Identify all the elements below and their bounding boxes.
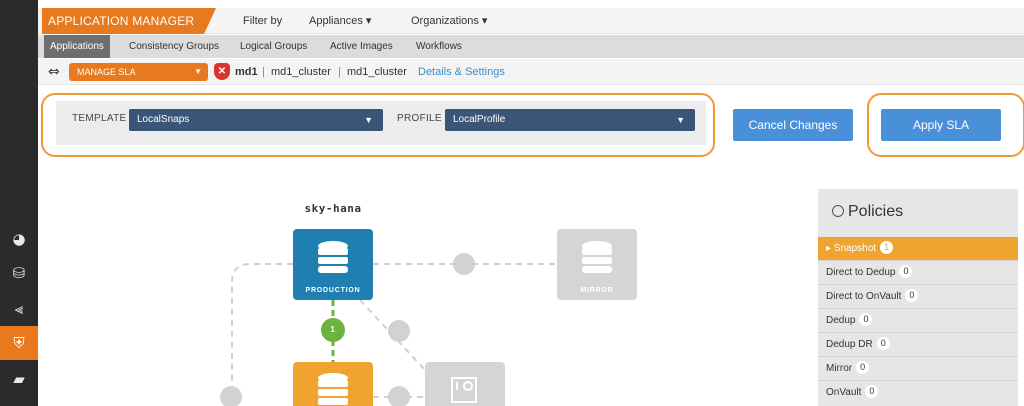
template-label: TEMPLATE bbox=[72, 113, 127, 124]
policies-panel: Policies ▸ Snapshot 1 Direct to Dedup 0 Di… bbox=[818, 189, 1018, 406]
chevron-down-icon: ▼ bbox=[676, 115, 685, 125]
separator: | bbox=[338, 66, 341, 78]
policy-item-onvault[interactable]: OnVault 0 bbox=[818, 380, 1018, 403]
policy-count: 1 bbox=[880, 241, 894, 254]
tab-consistency-groups[interactable]: Consistency Groups bbox=[129, 35, 219, 58]
organizations-dropdown[interactable]: Organizations ▾ bbox=[411, 8, 487, 34]
app-title[interactable]: APPLICATION MANAGER bbox=[42, 8, 216, 34]
tab-active-images[interactable]: Active Images bbox=[330, 35, 393, 58]
database-icon bbox=[582, 241, 612, 273]
policy-item-dedup[interactable]: Dedup 0 bbox=[818, 308, 1018, 331]
host-name: sky-hana bbox=[304, 202, 362, 215]
profile-dropdown[interactable]: LocalProfile ▼ bbox=[445, 109, 695, 131]
policy-label: Mirror bbox=[826, 363, 853, 374]
back-arrow-icon[interactable]: ⇔ bbox=[48, 64, 60, 80]
book-icon[interactable]: ▰ bbox=[0, 362, 38, 396]
tab-workflows[interactable]: Workflows bbox=[416, 35, 462, 58]
policy-label: Snapshot bbox=[833, 243, 877, 254]
tab-logical-groups[interactable]: Logical Groups bbox=[240, 35, 307, 58]
policy-count: 0 bbox=[856, 361, 870, 374]
policy-count: 0 bbox=[899, 265, 913, 278]
highlight-outline bbox=[867, 93, 1024, 157]
manage-sla-select[interactable]: MANAGE SLA ▼ bbox=[69, 63, 208, 81]
snapshot-count-badge[interactable]: 1 bbox=[321, 325, 345, 334]
appliance-icon bbox=[451, 377, 477, 403]
mirror-label: MIRROR bbox=[580, 287, 614, 294]
connector-dot bbox=[220, 386, 242, 406]
connector-dot bbox=[388, 320, 410, 342]
database-icon[interactable]: ⛁ bbox=[0, 256, 38, 290]
policy-label: OnVault bbox=[826, 387, 862, 398]
connector-line bbox=[231, 263, 293, 406]
policy-item-snapshot[interactable]: ▸ Snapshot 1 bbox=[818, 237, 1018, 260]
tab-applications[interactable]: Applications bbox=[44, 35, 110, 58]
policy-label: Dedup DR bbox=[826, 339, 873, 350]
tabs-bar: Applications Consistency Groups Logical … bbox=[38, 35, 1024, 58]
policy-count: 0 bbox=[905, 289, 919, 302]
policies-title-text: Policies bbox=[848, 203, 904, 220]
left-nav-rail: ◕ ⛁ ⫷ ⛨ ▰ bbox=[0, 0, 38, 406]
production-label: PRODUCTION bbox=[305, 287, 361, 294]
details-settings-link[interactable]: Details & Settings bbox=[418, 63, 505, 81]
chevron-right-icon: ▸ bbox=[826, 243, 834, 254]
profile-label: PROFILE bbox=[397, 113, 442, 124]
manage-sla-label: MANAGE SLA bbox=[77, 67, 136, 77]
profile-value: LocalProfile bbox=[453, 114, 506, 125]
policies-icon bbox=[832, 205, 844, 217]
cluster-name: md1_cluster bbox=[347, 66, 407, 78]
policy-label: Direct to OnVault bbox=[826, 291, 902, 302]
policy-count: 0 bbox=[876, 337, 890, 350]
app-name: md1 bbox=[235, 66, 258, 78]
policies-title: Policies bbox=[832, 203, 903, 221]
database-icon bbox=[318, 241, 348, 273]
policy-item-direct-to-onvault[interactable]: Direct to OnVault 0 bbox=[818, 284, 1018, 307]
policy-item-direct-to-dedup[interactable]: Direct to Dedup 0 bbox=[818, 260, 1018, 283]
policy-count: 0 bbox=[859, 313, 873, 326]
database-icon bbox=[318, 373, 348, 405]
alert-shield-icon: ✕ bbox=[214, 63, 230, 80]
policy-label: Direct to Dedup bbox=[826, 267, 896, 278]
top-bar: APPLICATION MANAGER Filter by Appliances… bbox=[38, 8, 1024, 34]
sla-bar: ⇔ MANAGE SLA ▼ ✕ md1 | md1_cluster | md1… bbox=[38, 59, 1024, 85]
cluster-name: md1_cluster bbox=[271, 66, 331, 78]
chevron-down-icon: ▼ bbox=[194, 67, 202, 76]
template-dropdown[interactable]: LocalSnaps ▼ bbox=[129, 109, 383, 131]
policy-item-dedup-dr[interactable]: Dedup DR 0 bbox=[818, 332, 1018, 355]
separator: | bbox=[262, 66, 265, 78]
policy-count: 0 bbox=[865, 385, 879, 398]
chevron-down-icon: ▼ bbox=[364, 115, 373, 125]
snapshot-node bbox=[293, 362, 373, 406]
connector-dot bbox=[388, 386, 410, 406]
cancel-changes-button[interactable]: Cancel Changes bbox=[733, 109, 853, 141]
template-value: LocalSnaps bbox=[137, 114, 190, 125]
policy-label: Dedup bbox=[826, 315, 856, 326]
dashboard-icon[interactable]: ◕ bbox=[0, 222, 38, 256]
connector-line bbox=[359, 299, 426, 371]
connector-dot bbox=[453, 253, 475, 275]
filter-label: Filter by bbox=[243, 15, 283, 27]
appliances-dropdown[interactable]: Appliances ▾ bbox=[309, 8, 371, 34]
policy-item-mirror[interactable]: Mirror 0 bbox=[818, 356, 1018, 379]
chart-icon[interactable]: ⫷ bbox=[0, 292, 38, 326]
shield-icon[interactable]: ⛨ bbox=[0, 326, 38, 360]
dedup-node bbox=[425, 362, 505, 406]
